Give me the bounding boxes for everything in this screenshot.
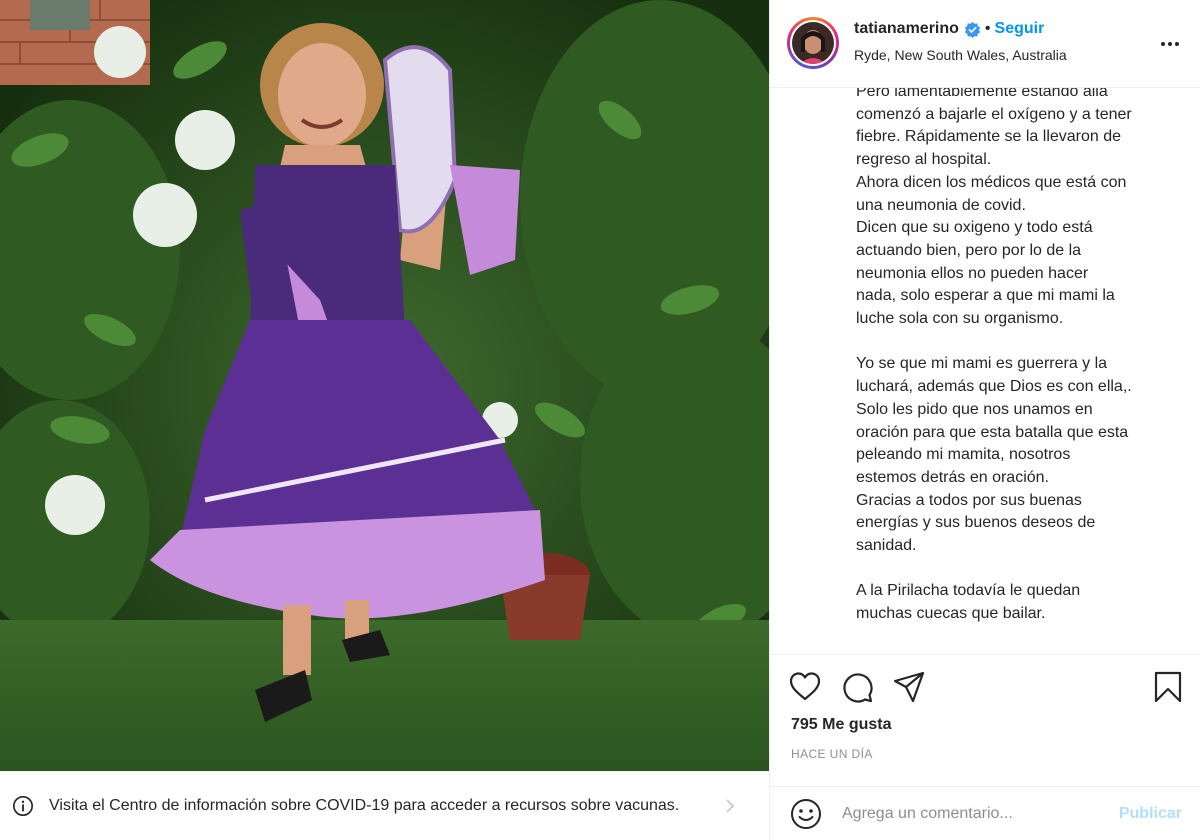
caption-line: actuando bien, pero por lo de la [856, 241, 1082, 259]
caption-line: oración para que esta batalla que esta [856, 423, 1129, 441]
post-actions: 795 Me gusta HACE UN DÍA [770, 654, 1200, 800]
follow-button[interactable]: Seguir [995, 20, 1045, 38]
caption-line: Yo se que mi mami es guerrera y la [856, 355, 1108, 373]
bookmark-icon[interactable] [1151, 670, 1185, 704]
post-photo[interactable] [0, 0, 769, 771]
caption-line: Pero lamentablemente estando allá [856, 88, 1108, 100]
caption-line: Gracias a todos por sus buenas [856, 491, 1082, 509]
caption-line: peleando mi mamita, nosotros [856, 446, 1071, 464]
caption-line: Ahora dicen los médicos que está con [856, 173, 1127, 191]
post-timestamp[interactable]: HACE UN DÍA [791, 747, 873, 761]
post-image [0, 0, 769, 771]
username[interactable]: tatianamerino [854, 20, 959, 38]
caption-line: energías y sus buenos deseos de [856, 514, 1096, 532]
caption-line: Dicen que su oxigeno y todo está [856, 219, 1093, 237]
caption-line: luche sola con su organismo. [856, 310, 1064, 328]
more-options-icon[interactable] [1158, 32, 1182, 56]
heart-icon[interactable] [788, 670, 822, 704]
emoji-icon[interactable] [790, 798, 822, 830]
location-link[interactable]: Ryde, New South Wales, Australia [854, 47, 1067, 63]
send-icon[interactable] [892, 670, 926, 704]
caption-scroll-area[interactable]: Pero lamentablemente estando allá comenzó… [770, 88, 1200, 654]
caption-line: Solo les pido que nos unamos en [856, 400, 1093, 418]
caption-line: comenzó a bajarle el oxígeno y a tener [856, 105, 1132, 123]
covid-banner-text: Visita el Centro de información sobre CO… [49, 797, 680, 814]
post-header: tatianamerino • Seguir Ryde, New South W… [770, 0, 1200, 88]
caption-line: luchará, además que Dios es con ella,. [856, 378, 1132, 396]
story-ring[interactable] [787, 17, 839, 69]
caption-line: muchas cuecas que bailar. [856, 605, 1046, 623]
caption-line: una neumonia de covid. [856, 196, 1026, 214]
likes-count[interactable]: 795 Me gusta [791, 716, 891, 734]
publish-button[interactable]: Publicar [1119, 805, 1182, 823]
caption-line: sanidad. [856, 537, 917, 555]
caption-line: A la Pirilacha todavía le quedan [856, 582, 1081, 600]
chevron-right-icon [726, 799, 735, 813]
comment-bar: Publicar [770, 786, 1200, 840]
caption-line: estemos detrás en oración. [856, 468, 1049, 486]
caption-line: fiebre. Rápidamente se la llevaron de [856, 128, 1122, 146]
separator-dot: • [984, 20, 991, 37]
comment-input[interactable] [842, 804, 1092, 823]
covid-info-banner[interactable]: Visita el Centro de información sobre CO… [0, 771, 769, 840]
caption-text: Pero lamentablemente estando allá comenzó… [856, 88, 1186, 626]
comment-icon[interactable] [840, 670, 874, 704]
avatar [792, 22, 834, 64]
caption-line: neumonia ellos no pueden hacer [856, 264, 1089, 282]
info-icon [13, 796, 33, 816]
caption-line: regreso al hospital. [856, 151, 992, 169]
verified-badge-icon [964, 21, 981, 38]
caption-line: nada, solo esperar a que mi mami la [856, 287, 1115, 305]
